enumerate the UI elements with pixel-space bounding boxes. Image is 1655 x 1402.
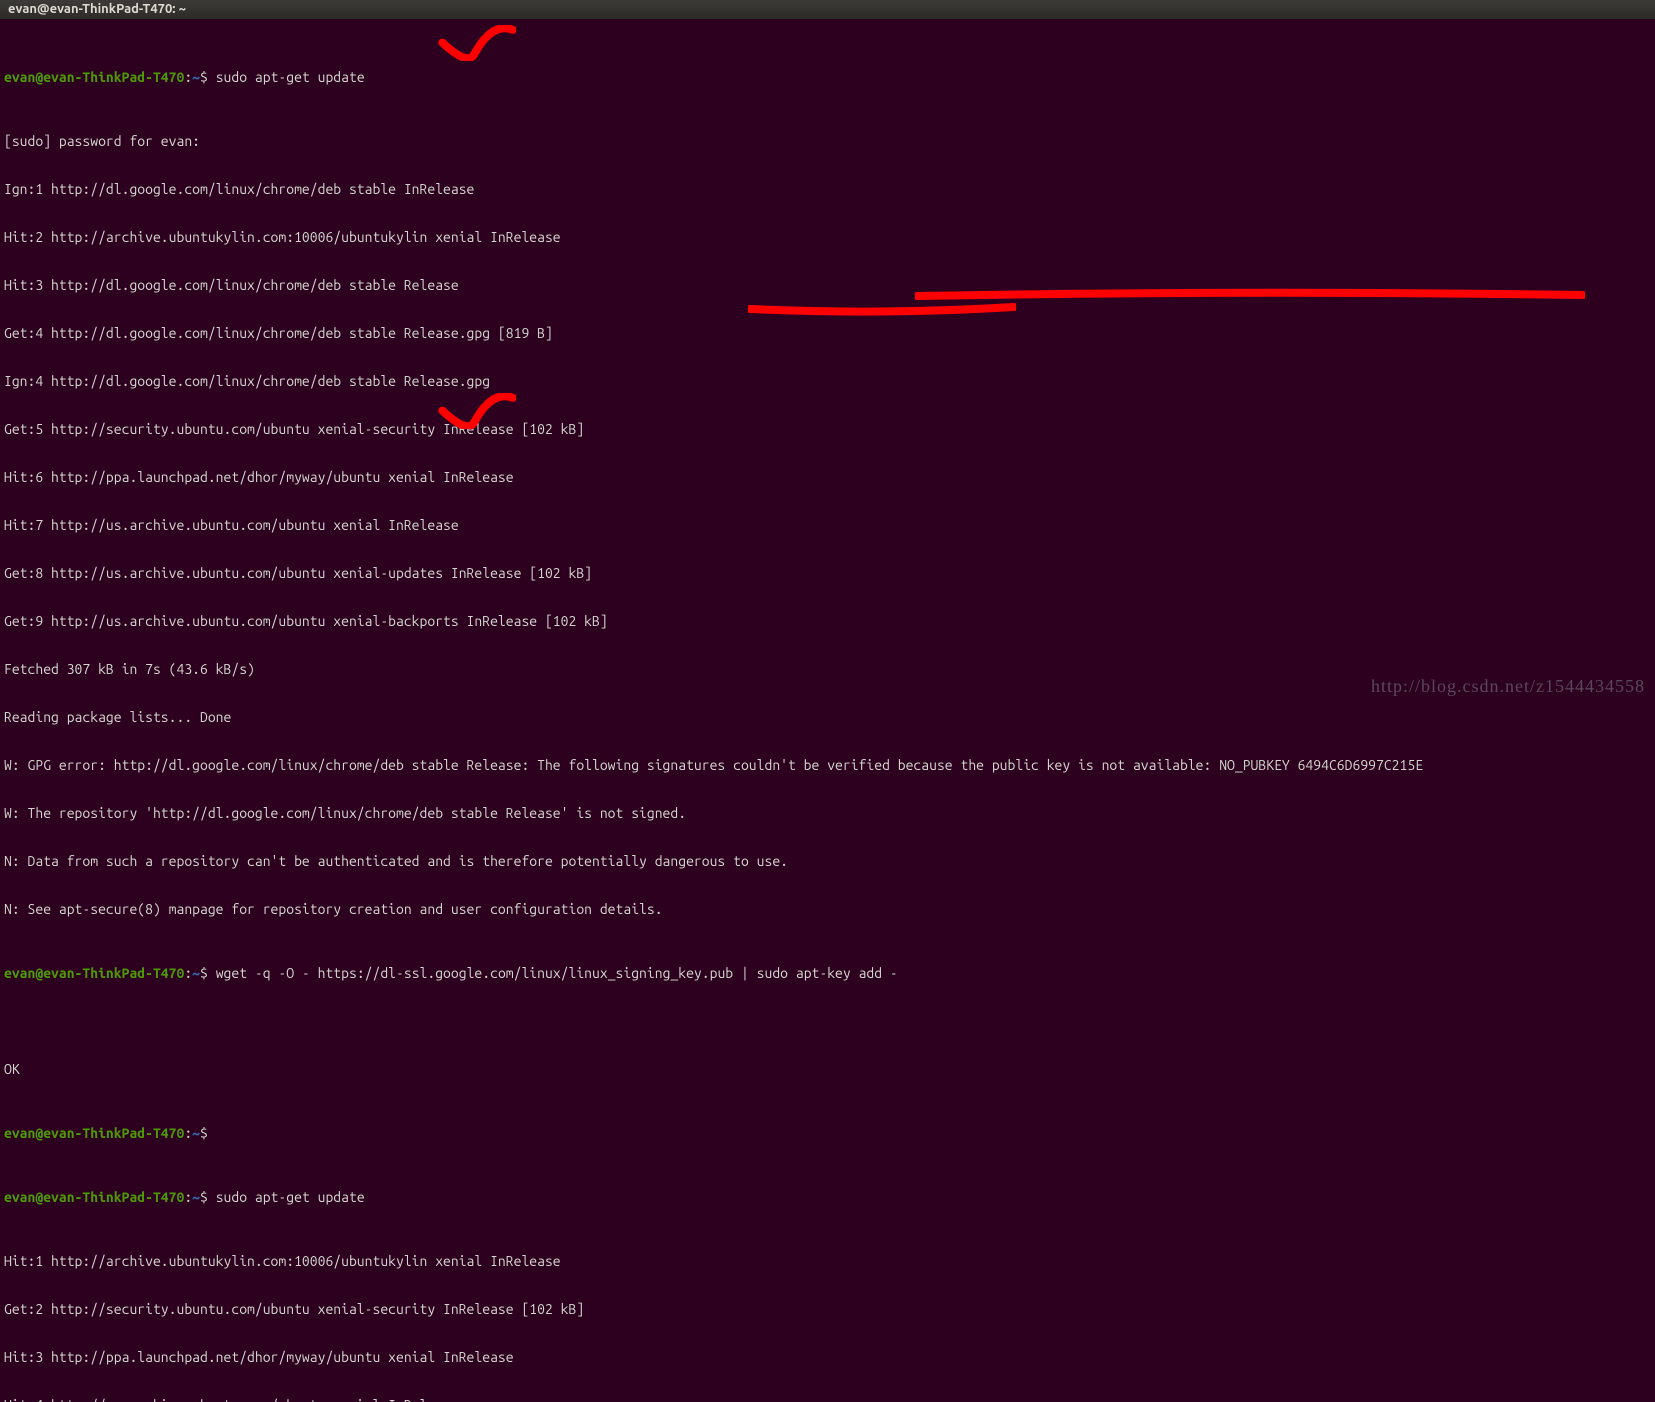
output-line: [sudo] password for evan: xyxy=(4,133,1651,149)
output-line: Hit:3 http://dl.google.com/linux/chrome/… xyxy=(4,277,1651,293)
output-line: N: Data from such a repository can't be … xyxy=(4,853,1651,869)
output-line: Get:4 http://dl.google.com/linux/chrome/… xyxy=(4,325,1651,341)
prompt-userhost: evan@evan-ThinkPad-T470 xyxy=(4,69,184,85)
output-line: Hit:1 http://archive.ubuntukylin.com:100… xyxy=(4,1253,1651,1269)
output-line: Get:8 http://us.archive.ubuntu.com/ubunt… xyxy=(4,565,1651,581)
watermark-text: http://blog.csdn.net/z1544434558 xyxy=(1371,676,1645,697)
prompt-path: ~ xyxy=(192,965,200,981)
output-line: Get:5 http://security.ubuntu.com/ubuntu … xyxy=(4,421,1651,437)
output-line: Get:2 http://security.ubuntu.com/ubuntu … xyxy=(4,1301,1651,1317)
output-line: OK xyxy=(4,1061,1651,1077)
prompt-line: evan@evan-ThinkPad-T470:~$ wget -q -O - … xyxy=(4,965,1651,981)
output-line: Hit:6 http://ppa.launchpad.net/dhor/mywa… xyxy=(4,469,1651,485)
prompt-sep: : xyxy=(184,965,192,981)
prompt-line: evan@evan-ThinkPad-T470:~$ sudo apt-get … xyxy=(4,1189,1651,1205)
window-title: evan@evan-ThinkPad-T470: ~ xyxy=(8,2,186,16)
output-line: Reading package lists... Done xyxy=(4,709,1651,725)
prompt-userhost: evan@evan-ThinkPad-T470 xyxy=(4,1189,184,1205)
command-text: sudo apt-get update xyxy=(208,69,365,85)
output-line: N: See apt-secure(8) manpage for reposit… xyxy=(4,901,1651,917)
prompt-path: ~ xyxy=(192,69,200,85)
window-titlebar: evan@evan-ThinkPad-T470: ~ xyxy=(0,0,1655,19)
output-line: Hit:7 http://us.archive.ubuntu.com/ubunt… xyxy=(4,517,1651,533)
command-text xyxy=(208,1125,216,1141)
command-text: wget -q -O - https://dl-ssl.google.com/l… xyxy=(208,965,898,981)
prompt-userhost: evan@evan-ThinkPad-T470 xyxy=(4,965,184,981)
prompt-sep: : xyxy=(184,69,192,85)
output-line: Hit:4 http://us.archive.ubuntu.com/ubunt… xyxy=(4,1397,1651,1402)
prompt-line: evan@evan-ThinkPad-T470:~$ xyxy=(4,1125,1651,1141)
command-text: sudo apt-get update xyxy=(208,1189,365,1205)
output-line: Hit:2 http://archive.ubuntukylin.com:100… xyxy=(4,229,1651,245)
output-line: Fetched 307 kB in 7s (43.6 kB/s) xyxy=(4,661,1651,677)
prompt-dollar: $ xyxy=(200,69,208,85)
prompt-dollar: $ xyxy=(200,1125,208,1141)
prompt-dollar: $ xyxy=(200,1189,208,1205)
output-line: W: The repository 'http://dl.google.com/… xyxy=(4,805,1651,821)
prompt-path: ~ xyxy=(192,1189,200,1205)
prompt-dollar: $ xyxy=(200,965,208,981)
output-line: Ign:4 http://dl.google.com/linux/chrome/… xyxy=(4,373,1651,389)
output-line: Get:9 http://us.archive.ubuntu.com/ubunt… xyxy=(4,613,1651,629)
prompt-path: ~ xyxy=(192,1125,200,1141)
output-line: Ign:1 http://dl.google.com/linux/chrome/… xyxy=(4,181,1651,197)
output-line xyxy=(4,1013,1651,1029)
output-line: W: GPG error: http://dl.google.com/linux… xyxy=(4,757,1651,773)
prompt-line: evan@evan-ThinkPad-T470:~$ sudo apt-get … xyxy=(4,69,1651,85)
prompt-userhost: evan@evan-ThinkPad-T470 xyxy=(4,1125,184,1141)
prompt-sep: : xyxy=(184,1125,192,1141)
prompt-sep: : xyxy=(184,1189,192,1205)
terminal-view[interactable]: evan@evan-ThinkPad-T470:~$ sudo apt-get … xyxy=(0,19,1655,1402)
output-line: Hit:3 http://ppa.launchpad.net/dhor/mywa… xyxy=(4,1349,1651,1365)
